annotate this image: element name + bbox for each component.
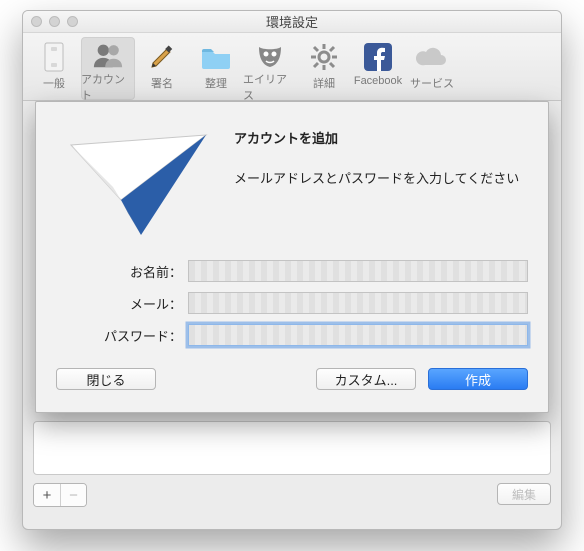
preferences-window: 環境設定 一般 アカウント 署名 整理	[22, 10, 562, 530]
label-mail: メール：	[56, 294, 188, 313]
toolbar-signature[interactable]: 署名	[135, 37, 189, 100]
folder-icon	[200, 41, 232, 73]
edit-button[interactable]: 編集	[497, 483, 551, 505]
pen-icon	[146, 41, 178, 73]
paper-plane-icon	[56, 120, 216, 250]
label-name: お名前：	[56, 262, 188, 281]
window-title: 環境設定	[266, 12, 318, 31]
remove-button[interactable]: −	[60, 484, 86, 506]
toolbar-accounts[interactable]: アカウント	[81, 37, 135, 100]
create-button[interactable]: 作成	[428, 368, 528, 390]
gear-icon	[308, 41, 340, 73]
switch-icon	[38, 41, 70, 73]
name-field[interactable]	[188, 260, 528, 282]
toolbar-alias[interactable]: エイリアス	[243, 37, 297, 100]
mask-icon	[254, 41, 286, 69]
toolbar-general[interactable]: 一般	[27, 37, 81, 100]
password-field[interactable]	[188, 324, 528, 346]
list-panel	[33, 421, 551, 475]
minimize-icon[interactable]	[49, 16, 60, 27]
window-controls[interactable]	[31, 16, 78, 27]
label-password: パスワード：	[56, 326, 188, 345]
toolbar-facebook[interactable]: Facebook	[351, 37, 405, 100]
mail-field[interactable]	[188, 292, 528, 314]
background-panel: + − 編集	[33, 421, 551, 517]
facebook-icon	[362, 41, 394, 73]
zoom-icon[interactable]	[67, 16, 78, 27]
toolbar: 一般 アカウント 署名 整理 エイリアス	[23, 33, 561, 101]
close-icon[interactable]	[31, 16, 42, 27]
custom-button[interactable]: カスタム...	[316, 368, 416, 390]
add-account-sheet: アカウントを追加 メールアドレスとパスワードを入力してください お名前： メール…	[35, 101, 549, 413]
toolbar-advanced[interactable]: 詳細	[297, 37, 351, 100]
sheet-subtext: メールアドレスとパスワードを入力してください	[234, 169, 519, 190]
sheet-heading: アカウントを追加	[234, 120, 519, 147]
titlebar: 環境設定	[23, 11, 561, 33]
add-button[interactable]: +	[34, 484, 60, 506]
add-remove-segment: + −	[33, 483, 87, 507]
cloud-icon	[416, 41, 448, 73]
toolbar-organize[interactable]: 整理	[189, 37, 243, 100]
toolbar-services[interactable]: サービス	[405, 37, 459, 100]
close-button[interactable]: 閉じる	[56, 368, 156, 390]
people-icon	[92, 41, 124, 69]
